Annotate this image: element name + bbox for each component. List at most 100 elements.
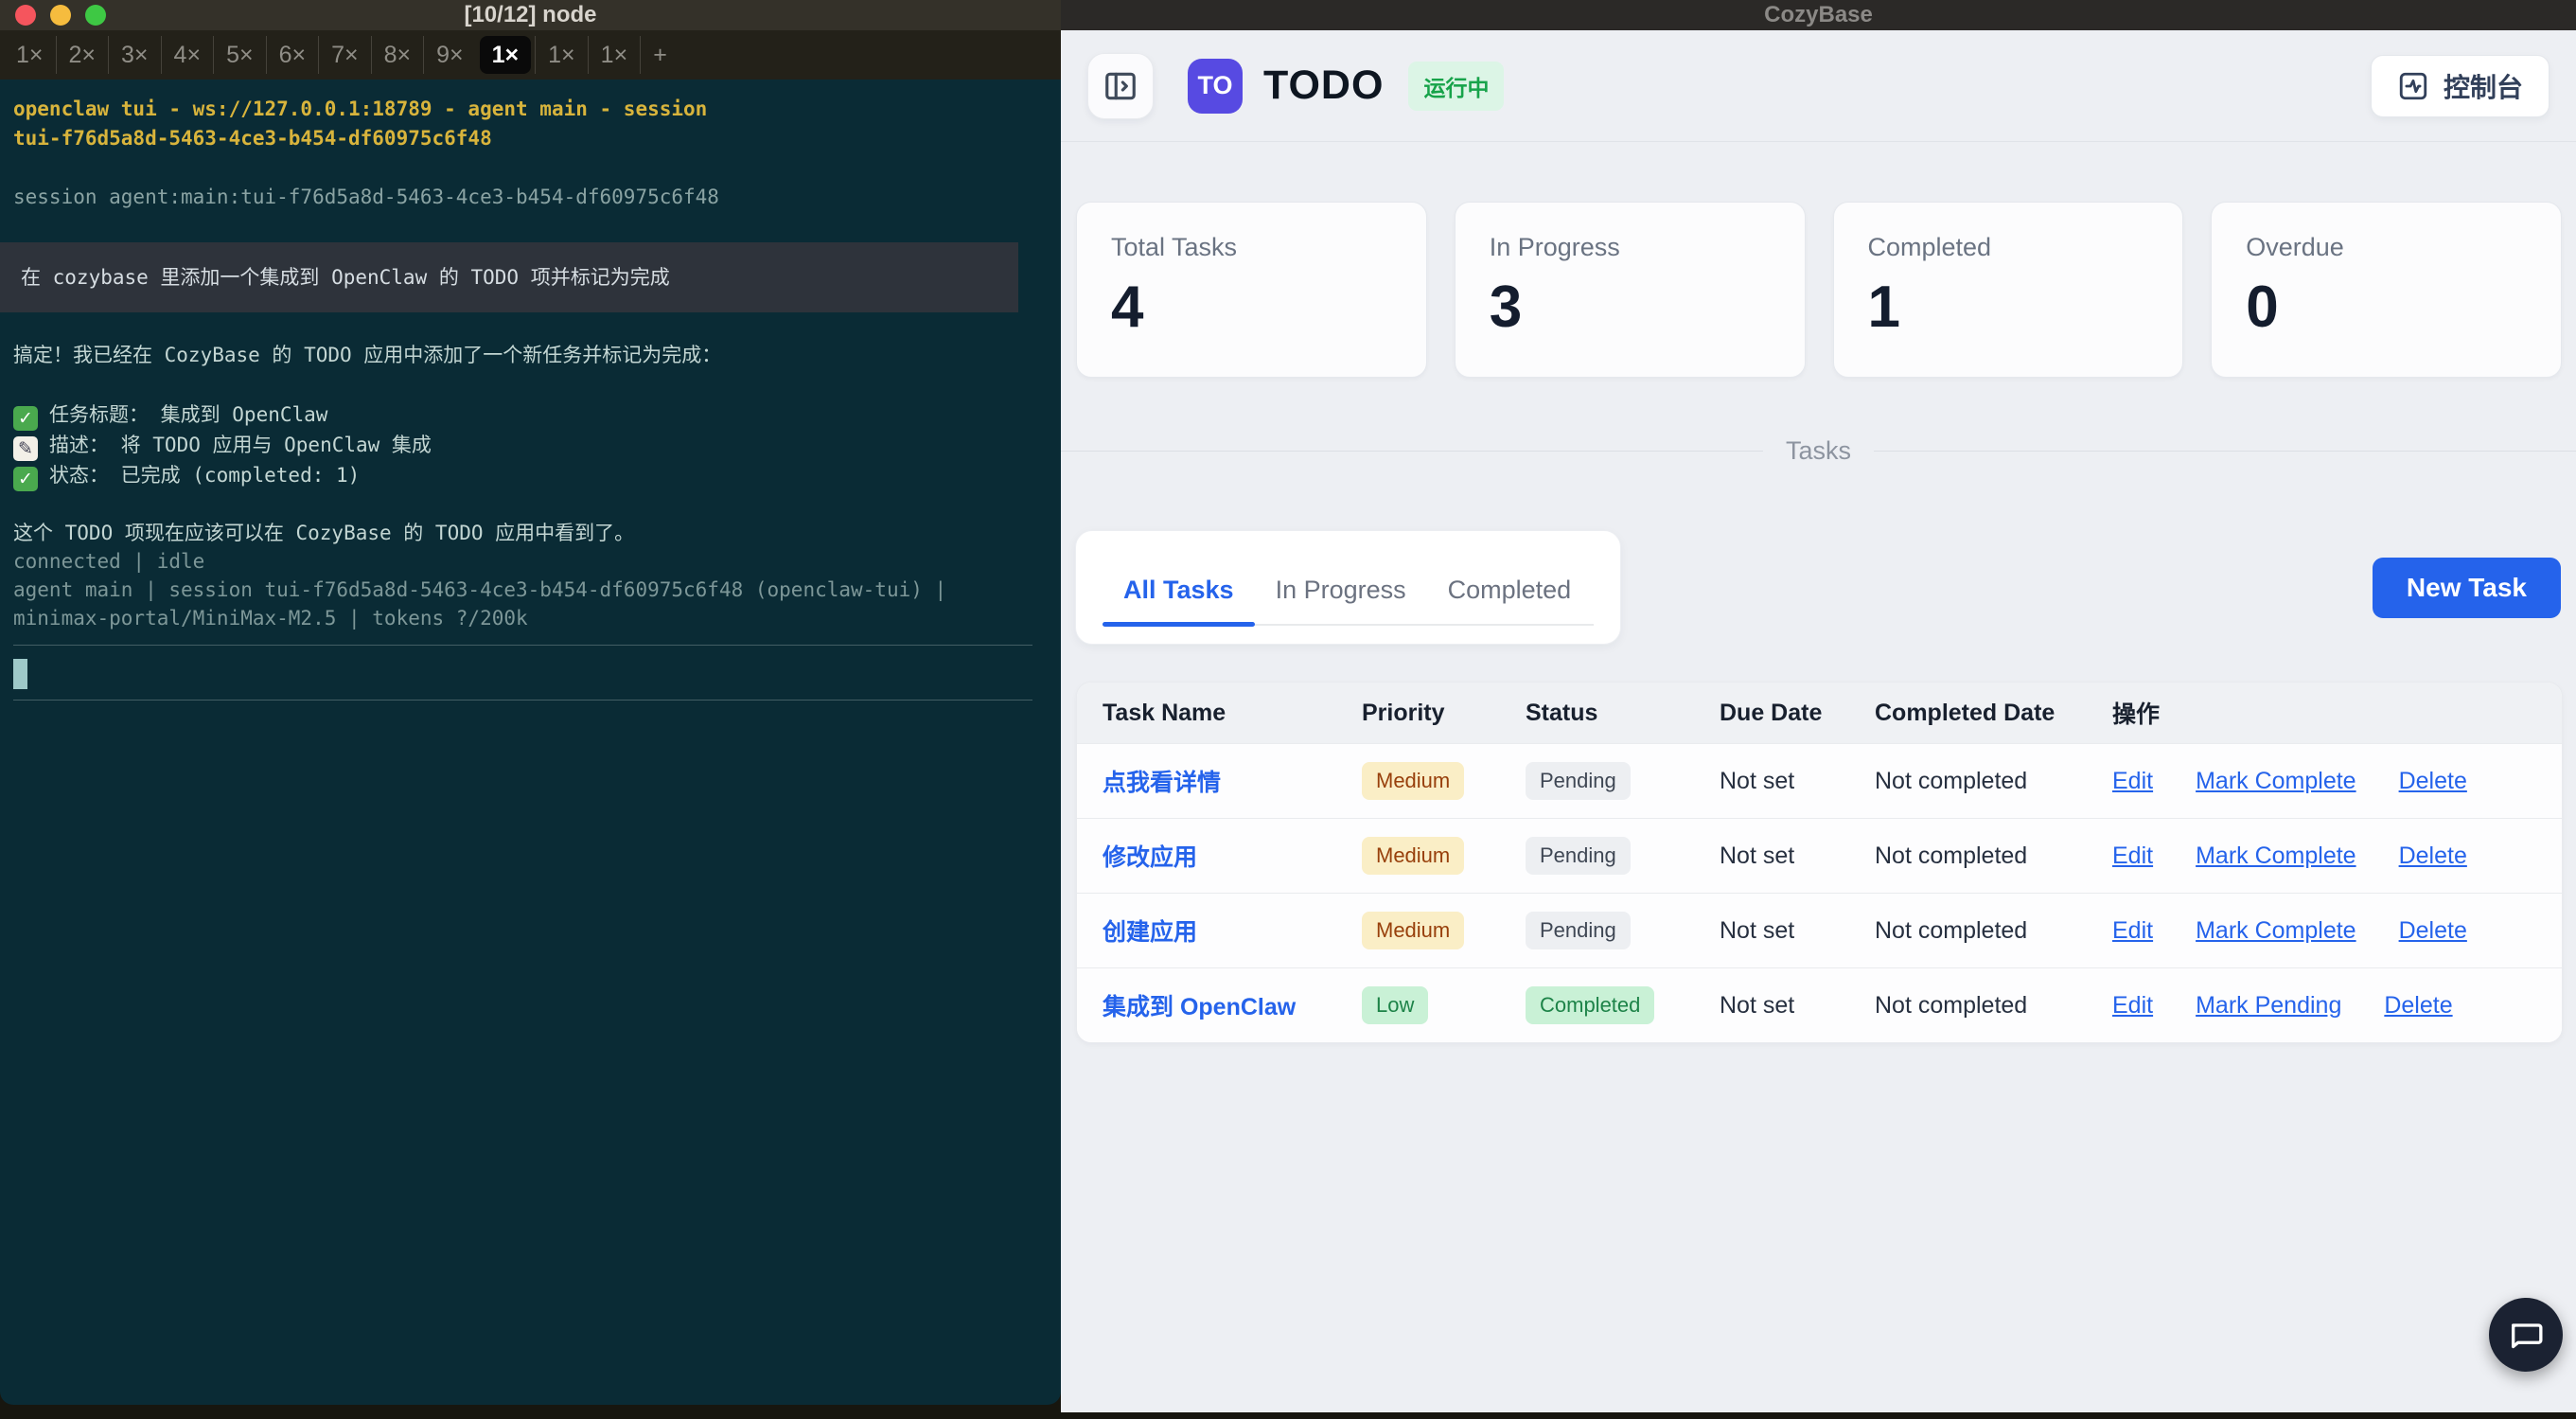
app-logo: TO <box>1188 58 1243 114</box>
actions-cell: Edit Mark Pending Delete <box>2112 992 2562 1020</box>
status-cell: Pending <box>1526 912 1720 949</box>
app-title: TODO <box>1263 62 1385 108</box>
tasks-table-header: Task Name Priority Status Due Date Completed… <box>1077 683 2562 743</box>
terminal-tab[interactable]: 9× <box>423 36 476 74</box>
task-filter-tabs: All Tasks In Progress Completed <box>1103 556 1594 627</box>
terminal-bullet-line: ✓ 任务标题： 集成到 OpenClaw <box>13 400 1048 431</box>
status-cell: Pending <box>1526 837 1720 875</box>
stat-label: Completed <box>1867 233 1992 261</box>
due-date-cell: Not set <box>1720 842 1795 869</box>
terminal-input-divider <box>13 700 1032 701</box>
terminal-reply-bullets: ✓ 任务标题： 集成到 OpenClaw ✎ 描述： 将 TODO 应用与 OpenC… <box>13 400 1048 491</box>
terminal-status-line: agent main | session tui-f76d5a8d-5463-4… <box>13 578 947 601</box>
delete-link[interactable]: Delete <box>2399 917 2467 945</box>
terminal-tab[interactable]: 1× <box>479 36 532 74</box>
status-badge: Completed <box>1526 986 1655 1024</box>
mark-pending-link[interactable]: Mark Pending <box>2196 992 2341 1020</box>
completed-date-cell: Not completed <box>1875 991 2028 1019</box>
terminal-status-line: connected | idle <box>13 550 205 573</box>
terminal-bullet-line: ✎ 描述： 将 TODO 应用与 OpenClaw 集成 <box>13 431 1048 461</box>
terminal-tab[interactable]: 3× <box>108 36 161 74</box>
terminal-tab[interactable]: 2× <box>55 36 109 74</box>
new-terminal-tab-button[interactable]: + <box>640 36 679 74</box>
close-window-button[interactable] <box>15 5 36 26</box>
terminal-tab[interactable]: 8× <box>370 36 424 74</box>
due-date-cell: Not set <box>1720 991 1795 1019</box>
stat-card: Overdue 0 <box>2211 202 2562 378</box>
activity-icon <box>2399 72 2427 99</box>
tasks-toolbar: All Tasks In Progress Completed New Task <box>1061 530 2576 645</box>
priority-badge: Medium <box>1362 912 1465 949</box>
completed-date-cell: Not completed <box>1875 842 2028 869</box>
mark-complete-link[interactable]: Mark Complete <box>2196 843 2356 870</box>
cozybase-window-title: CozyBase <box>1764 2 1873 27</box>
app-logo-monogram: TO <box>1197 71 1233 99</box>
terminal-tab[interactable]: 1× <box>587 36 641 74</box>
console-button[interactable]: 控制台 <box>2370 54 2550 117</box>
stat-value: 4 <box>1111 275 1144 340</box>
terminal-user-prompt-text: 在 cozybase 里添加一个集成到 OpenClaw 的 TODO 项并标记… <box>21 265 670 289</box>
stats-row: Total Tasks 4 In Progress 3 Completed 1 Overdu… <box>1061 142 2576 378</box>
mark-complete-link[interactable]: Mark Complete <box>2196 917 2356 945</box>
column-header: Priority <box>1362 699 1445 726</box>
delete-link[interactable]: Delete <box>2399 768 2467 795</box>
minimize-window-button[interactable] <box>50 5 71 26</box>
terminal-tab[interactable]: 4× <box>160 36 214 74</box>
tab-in-progress[interactable]: In Progress <box>1255 556 1427 624</box>
check-emoji-icon: ✓ <box>13 467 38 491</box>
terminal-tab[interactable]: 1× <box>535 36 588 74</box>
edit-link[interactable]: Edit <box>2112 992 2153 1020</box>
terminal-status-block: 这个 TODO 项现在应该可以在 CozyBase 的 TODO 应用中看到了。… <box>13 519 1048 632</box>
stat-card: In Progress 3 <box>1454 202 1806 378</box>
chat-fab-button[interactable] <box>2489 1298 2563 1372</box>
tasks-section-label: Tasks <box>1785 436 1852 465</box>
terminal-reply-intro: 搞定！我已经在 CozyBase 的 TODO 应用中添加了一个新任务并标记为完… <box>13 344 722 366</box>
zoom-window-button[interactable] <box>85 5 106 26</box>
terminal-tab[interactable]: 5× <box>213 36 266 74</box>
column-header: 操作 <box>2112 701 2161 728</box>
tab-completed[interactable]: Completed <box>1427 556 1593 624</box>
stat-card: Completed 1 <box>1832 202 2184 378</box>
task-name-link[interactable]: 创建应用 <box>1103 919 1197 946</box>
task-name-link[interactable]: 修改应用 <box>1103 844 1197 871</box>
tasks-table-body: 点我看详情 Medium Pending Not set Not completed Ed… <box>1077 743 2562 1042</box>
column-header: Task Name <box>1103 699 1226 726</box>
check-emoji-icon: ✓ <box>13 406 38 431</box>
terminal-output: openclaw tui - ws://127.0.0.1:18789 - ag… <box>0 80 1061 701</box>
completed-date-cell: Not completed <box>1875 767 2028 794</box>
terminal-session-line: session agent:main:tui-f76d5a8d-5463-4ce… <box>13 186 719 208</box>
terminal-tab[interactable]: 1× <box>4 36 56 74</box>
task-name-link[interactable]: 点我看详情 <box>1103 770 1221 796</box>
table-row: 创建应用 Medium Pending Not set Not completed Edi… <box>1077 893 2562 967</box>
terminal-tab[interactable]: 7× <box>318 36 371 74</box>
mark-complete-link[interactable]: Mark Complete <box>2196 768 2356 795</box>
edit-link[interactable]: Edit <box>2112 843 2153 870</box>
traffic-lights <box>15 5 106 26</box>
terminal-tab[interactable]: 6× <box>265 36 319 74</box>
app-header: TO TODO 运行中 控制台 <box>1061 30 2576 142</box>
table-row: 点我看详情 Medium Pending Not set Not completed Ed… <box>1077 743 2562 818</box>
terminal-tab-bar: 1× 2× 3× 4× 5× 6× 7× 8× 9× 1× 1× 1× + <box>0 30 1061 80</box>
terminal-titlebar: [10/12] node <box>0 0 1061 30</box>
tab-all-tasks[interactable]: All Tasks <box>1103 556 1255 627</box>
task-name-link[interactable]: 集成到 OpenClaw <box>1103 994 1296 1020</box>
stat-label: Overdue <box>2246 233 2344 261</box>
task-name-cell: 修改应用 <box>1103 839 1362 873</box>
tasks-table: Task Name Priority Status Due Date Completed… <box>1076 682 2563 1043</box>
completed-date-cell: Not completed <box>1875 916 2028 944</box>
sidebar-toggle-button[interactable] <box>1087 52 1154 119</box>
delete-link[interactable]: Delete <box>2384 992 2452 1020</box>
delete-link[interactable]: Delete <box>2399 843 2467 870</box>
priority-cell: Medium <box>1362 762 1526 800</box>
terminal-header-line: tui-f76d5a8d-5463-4ce3-b454-df60975c6f48 <box>13 127 492 150</box>
edit-link[interactable]: Edit <box>2112 917 2153 945</box>
column-header: Due Date <box>1720 699 1823 726</box>
new-task-button[interactable]: New Task <box>2372 557 2561 618</box>
edit-link[interactable]: Edit <box>2112 768 2153 795</box>
terminal-input-line[interactable] <box>13 659 1048 689</box>
status-cell: Completed <box>1526 986 1720 1024</box>
due-date-cell: Not set <box>1720 767 1795 794</box>
terminal-user-prompt: 在 cozybase 里添加一个集成到 OpenClaw 的 TODO 项并标记… <box>0 242 1018 312</box>
terminal-window-title: [10/12] node <box>464 2 597 27</box>
priority-badge: Medium <box>1362 762 1465 800</box>
